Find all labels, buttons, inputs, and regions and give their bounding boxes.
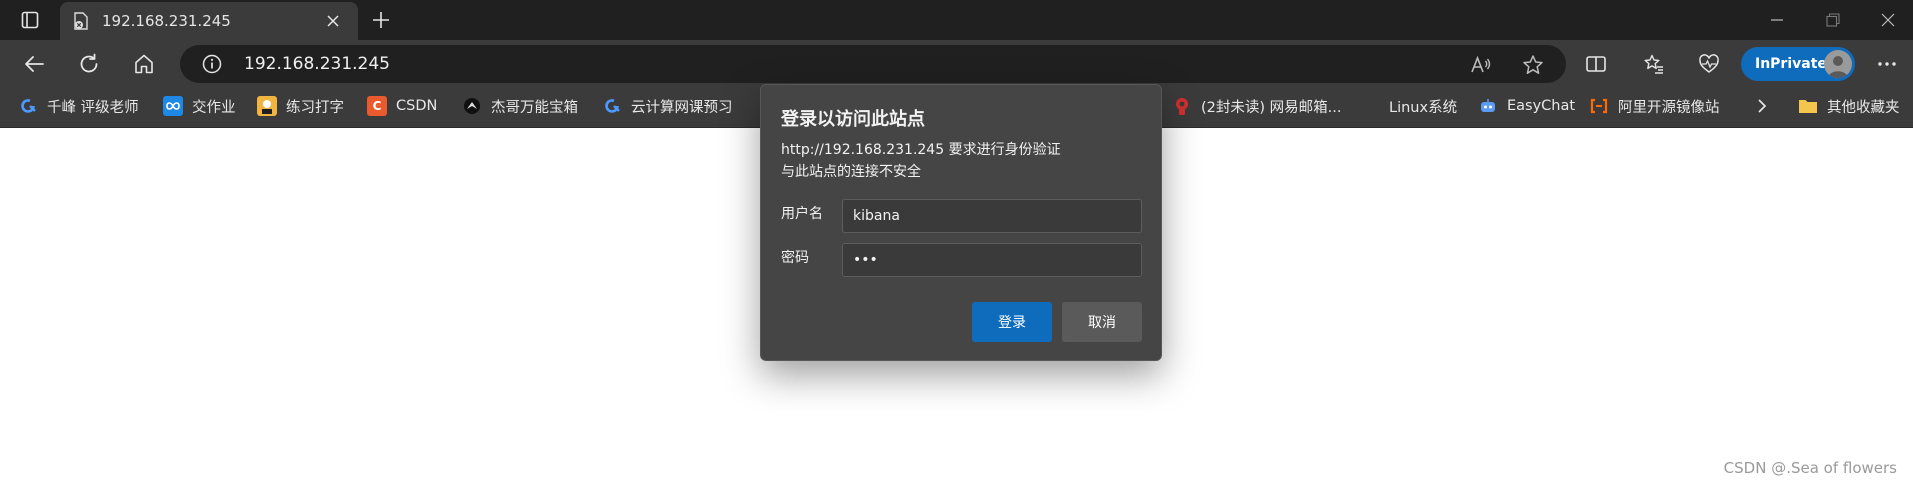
home-icon: [135, 54, 153, 74]
toolbar: 192.168.231.245 InPrivate: [0, 40, 1913, 88]
more-dots-icon: [1878, 62, 1896, 66]
minimize-button[interactable]: [1747, 0, 1807, 40]
csdn-icon: C: [367, 96, 387, 116]
tab-actions-icon: [21, 11, 39, 29]
tab-title: 192.168.231.245: [102, 12, 231, 30]
insecure-page-icon: [72, 12, 90, 30]
favorite-label: 阿里开源镜像站: [1618, 99, 1720, 116]
favorites-list-icon: [1644, 54, 1663, 74]
password-label: 密码: [781, 250, 809, 266]
browser-essentials-button[interactable]: [1691, 46, 1727, 82]
heart-pulse-icon: [1699, 54, 1719, 73]
more-menu-button[interactable]: [1869, 46, 1905, 82]
favorite-item-homework[interactable]: 交作业: [163, 88, 236, 124]
restore-button[interactable]: [1803, 0, 1863, 40]
back-button[interactable]: [16, 46, 52, 82]
favorite-label: 杰哥万能宝箱: [491, 99, 578, 116]
typing-avatar-icon: [257, 96, 277, 116]
favorite-label: 交作业: [192, 99, 236, 116]
refresh-icon: [80, 53, 98, 73]
robot-icon: [1478, 96, 1498, 116]
url-text[interactable]: 192.168.231.245: [244, 54, 390, 74]
favorite-item-other-favorites[interactable]: 其他收藏夹: [1798, 88, 1900, 124]
new-tab-button[interactable]: [366, 6, 396, 34]
refresh-q-icon: [602, 96, 622, 116]
password-input[interactable]: •••: [842, 243, 1142, 277]
close-icon: [1881, 13, 1895, 27]
close-icon: [327, 15, 339, 27]
favorite-item-linux[interactable]: Linux系统: [1389, 88, 1457, 124]
favorites-overflow-button[interactable]: [1755, 88, 1769, 124]
dialog-title: 登录以访问此站点: [781, 109, 925, 130]
address-bar[interactable]: 192.168.231.245: [180, 45, 1566, 83]
chevron-right-icon: [1758, 99, 1767, 113]
person-icon: [1828, 56, 1848, 78]
tab-close-button[interactable]: [320, 8, 346, 34]
inprivate-badge[interactable]: InPrivate: [1741, 47, 1855, 81]
favorite-star-button[interactable]: [1522, 54, 1544, 76]
favorite-item-aliyun-mirror[interactable]: 阿里开源镜像站: [1589, 88, 1720, 124]
refresh-q-icon: [18, 96, 38, 116]
tab-actions-button[interactable]: [10, 6, 50, 34]
watermark: CSDN @.Sea of flowers: [1723, 459, 1897, 477]
split-screen-button[interactable]: [1578, 46, 1614, 82]
insecure-connection-text: 与此站点的连接不安全: [781, 164, 921, 180]
inprivate-label: InPrivate: [1755, 56, 1827, 72]
cancel-button[interactable]: 取消: [1062, 302, 1142, 342]
login-dialog: 登录以访问此站点 http://192.168.231.245 要求进行身份验证…: [760, 84, 1162, 361]
browser-window: 192.168.231.245 192.168.231.245 InPrivat…: [0, 0, 1913, 493]
read-aloud-icon: [1471, 55, 1491, 73]
window-close-button[interactable]: [1858, 0, 1913, 40]
tab-active[interactable]: 192.168.231.245: [60, 2, 358, 40]
favorite-label: 千峰 评级老师: [47, 99, 139, 116]
favorite-item-qianfeng[interactable]: 千峰 评级老师: [18, 88, 139, 124]
favorite-item-jiege-toolbox[interactable]: 杰哥万能宝箱: [462, 88, 578, 124]
infinity-icon: [163, 96, 183, 116]
favorite-item-netease-mail[interactable]: (2封未读) 网易邮箱...: [1172, 88, 1341, 124]
favorite-item-cloud-course[interactable]: 云计算网课预习: [602, 88, 733, 124]
split-screen-icon: [1586, 56, 1606, 72]
favorite-label: 其他收藏夹: [1827, 99, 1900, 116]
dialog-message: http://192.168.231.245 要求进行身份验证 与此站点的连接不…: [781, 139, 1061, 183]
info-icon[interactable]: [202, 54, 222, 74]
favorite-label: 练习打字: [286, 99, 344, 116]
favorite-label: EasyChat: [1507, 98, 1576, 114]
favorites-button[interactable]: [1636, 46, 1672, 82]
profile-avatar: [1824, 50, 1852, 78]
restore-icon: [1826, 13, 1840, 27]
favorite-label: Linux系统: [1389, 99, 1458, 116]
aliyun-icon: [1589, 96, 1609, 116]
username-input[interactable]: kibana: [842, 199, 1142, 233]
login-button[interactable]: 登录: [972, 302, 1052, 342]
folder-icon: [1798, 96, 1818, 116]
plus-icon: [373, 12, 389, 28]
refresh-button[interactable]: [71, 46, 107, 82]
arrow-left-icon: [25, 56, 44, 72]
bird-icon: [462, 96, 482, 116]
favorite-label: CSDN: [396, 98, 438, 114]
read-aloud-button[interactable]: [1470, 54, 1492, 76]
home-button[interactable]: [126, 46, 162, 82]
favorite-label: 云计算网课预习: [631, 99, 733, 116]
auth-required-text: http://192.168.231.245 要求进行身份验证: [781, 142, 1061, 158]
star-icon: [1523, 55, 1543, 74]
favorite-label: (2封未读) 网易邮箱...: [1201, 99, 1342, 116]
username-label: 用户名: [781, 206, 823, 222]
favorite-item-easychat[interactable]: EasyChat: [1478, 88, 1575, 124]
favorite-item-typing[interactable]: 练习打字: [257, 88, 344, 124]
favorite-item-csdn[interactable]: C CSDN: [367, 88, 437, 124]
minimize-icon: [1771, 19, 1783, 21]
netease-mail-icon: [1172, 96, 1192, 116]
tab-strip: 192.168.231.245: [0, 0, 1913, 40]
